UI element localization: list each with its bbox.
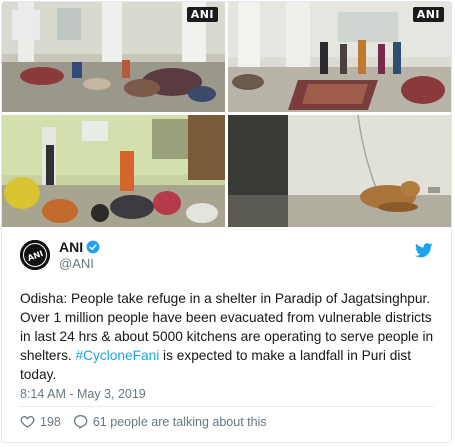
heart-icon xyxy=(20,416,35,428)
like-count: 198 xyxy=(40,414,61,429)
author-names: ANI @ANI xyxy=(59,239,100,271)
avatar[interactable]: ANI xyxy=(20,240,50,270)
conversation-button[interactable]: 61 people are talking about this xyxy=(73,414,267,429)
display-name[interactable]: ANI xyxy=(59,239,83,255)
tweet-actions: 198 61 people are talking about this xyxy=(20,414,267,429)
speech-bubble-icon xyxy=(73,414,88,429)
dog-in-shelter-image xyxy=(228,115,451,227)
twitter-bird-icon[interactable] xyxy=(415,243,433,258)
photo-3[interactable] xyxy=(2,115,225,227)
photo-watermark: ANI xyxy=(412,7,444,22)
like-button[interactable]: 198 xyxy=(20,414,61,429)
photo-watermark: ANI xyxy=(186,7,218,22)
divider xyxy=(20,406,434,407)
photo-2[interactable]: ANI xyxy=(228,2,451,112)
tweet-text: Odisha: People take refuge in a shelter … xyxy=(20,289,440,384)
display-name-row: ANI xyxy=(59,239,100,255)
conversation-label: 61 people are talking about this xyxy=(92,414,267,429)
ani-logo-icon: ANI xyxy=(20,240,50,270)
embedded-tweet-card[interactable]: ANI ANI ANI ANI @ANI Odisha: People take… xyxy=(1,1,452,443)
tweet-author[interactable]: ANI ANI @ANI xyxy=(20,239,100,271)
verified-badge-icon xyxy=(86,240,100,254)
photo-grid: ANI ANI xyxy=(2,2,451,227)
tweet-timestamp[interactable]: 8:14 AM - May 3, 2019 xyxy=(20,387,146,401)
author-handle[interactable]: @ANI xyxy=(59,256,100,271)
hashtag-link[interactable]: #CycloneFani xyxy=(76,348,160,363)
shelter-room-image xyxy=(2,115,225,227)
photo-1[interactable]: ANI xyxy=(2,2,225,112)
photo-4[interactable] xyxy=(228,115,451,227)
